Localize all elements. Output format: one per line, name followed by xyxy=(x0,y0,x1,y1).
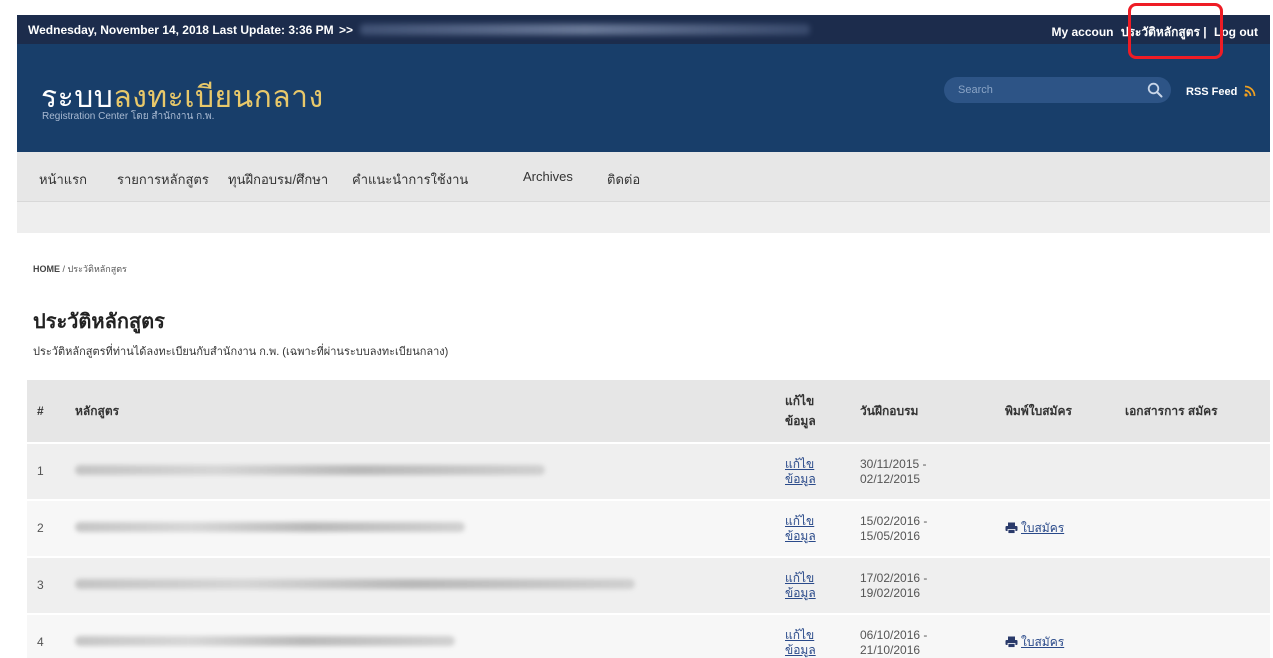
print-application-link[interactable]: ใบสมัคร xyxy=(1005,635,1064,649)
docs-cell xyxy=(1115,614,1270,658)
ticker-text-blurred xyxy=(360,24,810,35)
logout-link[interactable]: Log out xyxy=(1214,25,1258,39)
top-bar: Wednesday, November 14, 2018 Last Update… xyxy=(17,15,1270,44)
course-name-blurred xyxy=(65,500,775,557)
table-row: 1 แก้ไข ข้อมูล 30/11/2015 - 02/12/2015 xyxy=(27,443,1270,500)
course-history-table: # หลักสูตร แก้ไข ข้อมูล วันฝึกอบรม พิมพ์… xyxy=(27,380,1270,658)
training-date: 06/10/2016 - 21/10/2016 xyxy=(850,614,995,658)
table-header-row: # หลักสูตร แก้ไข ข้อมูล วันฝึกอบรม พิมพ์… xyxy=(27,380,1270,444)
ticker-arrow: >> xyxy=(339,23,354,37)
print-application-label[interactable]: ใบสมัคร xyxy=(1021,635,1064,649)
row-num: 2 xyxy=(27,500,65,557)
nav-item-archives[interactable]: Archives xyxy=(523,169,573,184)
docs-cell xyxy=(1115,443,1270,500)
table-row: 3 แก้ไข ข้อมูล 17/02/2016 - 19/02/2016 xyxy=(27,557,1270,614)
search-input[interactable]: Search xyxy=(958,84,993,96)
course-name-blurred xyxy=(65,443,775,500)
col-header-edit: แก้ไข ข้อมูล xyxy=(775,380,850,444)
logo-subtitle: Registration Center โดย สำนักงาน ก.พ. xyxy=(42,111,215,122)
row-num: 4 xyxy=(27,614,65,658)
site-header: ระบบลงทะเบียนกลาง Registration Center โด… xyxy=(17,44,1270,152)
col-header-course: หลักสูตร xyxy=(65,380,775,444)
print-application-label[interactable]: ใบสมัคร xyxy=(1021,521,1064,535)
nav-item-scholarships[interactable]: ทุนฝึกอบรม/ศึกษา xyxy=(228,169,328,190)
printer-icon xyxy=(1005,522,1018,534)
search-icon[interactable] xyxy=(1147,82,1163,98)
edit-info-link[interactable]: แก้ไข ข้อมูล xyxy=(785,571,816,600)
page-title: ประวัติหลักสูตร xyxy=(33,309,165,333)
last-update-text: Wednesday, November 14, 2018 Last Update… xyxy=(28,23,334,37)
rss-label: RSS Feed xyxy=(1186,86,1238,98)
row-num: 1 xyxy=(27,443,65,500)
nav-item-guide[interactable]: คำแนะนำการใช้งาน xyxy=(352,169,468,190)
edit-info-link[interactable]: แก้ไข ข้อมูล xyxy=(785,628,816,657)
col-header-print: พิมพ์ใบสมัคร xyxy=(995,380,1115,444)
breadcrumb: HOME / ประวัติหลักสูตร xyxy=(33,262,127,276)
table-row: 4 แก้ไข ข้อมูล 06/10/2016 - 21/10/2016 ใ… xyxy=(27,614,1270,658)
breadcrumb-separator: / xyxy=(62,264,66,274)
search-box[interactable]: Search xyxy=(944,77,1171,103)
training-date: 17/02/2016 - 19/02/2016 xyxy=(850,557,995,614)
sub-nav-bar xyxy=(17,202,1270,233)
table-row: 2 แก้ไข ข้อมูล 15/02/2016 - 15/05/2016 ใ… xyxy=(27,500,1270,557)
col-header-docs: เอกสารการ สมัคร xyxy=(1115,380,1270,444)
course-history-link[interactable]: ประวัติหลักสูตร | xyxy=(1121,25,1207,39)
breadcrumb-home[interactable]: HOME xyxy=(33,264,60,274)
breadcrumb-current: ประวัติหลักสูตร xyxy=(67,264,127,274)
account-links: My accoun ประวัติหลักสูตร | Log out xyxy=(1047,23,1258,42)
print-application-link[interactable]: ใบสมัคร xyxy=(1005,521,1064,535)
page-subtitle: ประวัติหลักสูตรที่ท่านได้ลงทะเบียนกับสำน… xyxy=(33,346,449,358)
nav-item-home[interactable]: หน้าแรก xyxy=(39,169,87,190)
course-name-blurred xyxy=(65,614,775,658)
nav-item-contact[interactable]: ติดต่อ xyxy=(607,169,640,190)
print-cell xyxy=(995,557,1115,614)
col-header-date: วันฝึกอบรม xyxy=(850,380,995,444)
training-date: 30/11/2015 - 02/12/2015 xyxy=(850,443,995,500)
edit-info-link[interactable]: แก้ไข ข้อมูล xyxy=(785,457,816,486)
rss-icon xyxy=(1244,85,1256,97)
rss-feed-link[interactable]: RSS Feed xyxy=(1186,85,1256,98)
row-num: 3 xyxy=(27,557,65,614)
printer-icon xyxy=(1005,636,1018,648)
my-account-link[interactable]: My accoun xyxy=(1051,25,1113,39)
course-name-blurred xyxy=(65,557,775,614)
docs-cell xyxy=(1115,557,1270,614)
edit-info-link[interactable]: แก้ไข ข้อมูล xyxy=(785,514,816,543)
print-cell xyxy=(995,443,1115,500)
col-header-num: # xyxy=(27,380,65,444)
nav-item-courses[interactable]: รายการหลักสูตร xyxy=(117,169,209,190)
docs-cell xyxy=(1115,500,1270,557)
training-date: 15/02/2016 - 15/05/2016 xyxy=(850,500,995,557)
main-nav: หน้าแรก รายการหลักสูตร ทุนฝึกอบรม/ศึกษา … xyxy=(17,152,1270,202)
